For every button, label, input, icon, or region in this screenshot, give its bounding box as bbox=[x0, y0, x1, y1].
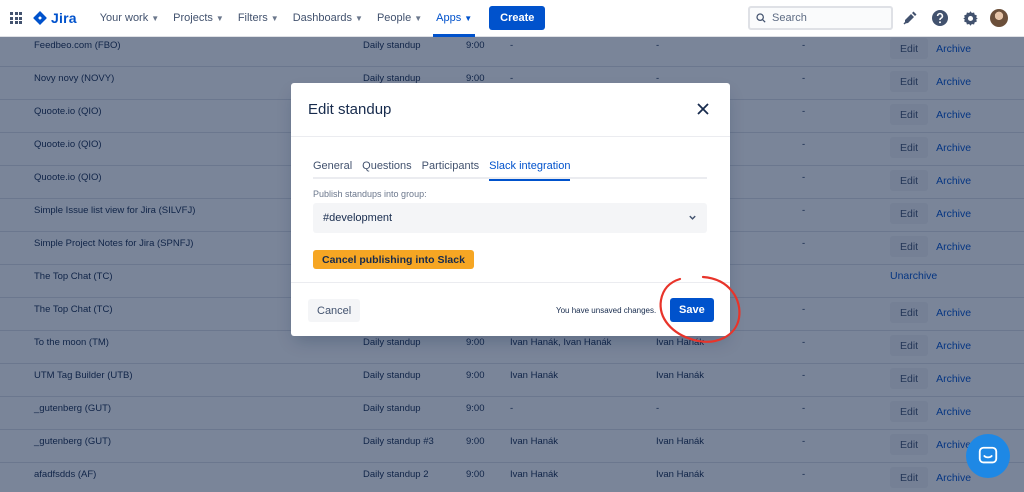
chevron-down-icon bbox=[689, 215, 696, 220]
create-button[interactable]: Create bbox=[489, 6, 546, 30]
logo-text: Jira bbox=[51, 10, 77, 26]
jira-logo[interactable]: Jira bbox=[33, 10, 77, 26]
chat-icon bbox=[978, 446, 998, 464]
nav-menu: Your work ▼ Projects ▼ Filters ▼ Dashboards… bbox=[93, 0, 479, 37]
chevron-down-icon: ▼ bbox=[215, 13, 224, 23]
cancel-button[interactable]: Cancel bbox=[308, 299, 361, 322]
settings-gear-icon[interactable] bbox=[960, 8, 980, 28]
cancel-publishing-button[interactable]: Cancel publishing into Slack bbox=[313, 250, 474, 269]
close-icon bbox=[697, 103, 709, 115]
nav-dashboards-label: Dashboards bbox=[292, 12, 353, 24]
modal-footer: Cancel You have unsaved changes. Save bbox=[291, 282, 730, 336]
nav-filters-label: Filters bbox=[237, 12, 268, 24]
save-button[interactable]: Save bbox=[670, 298, 714, 322]
notifications-icon[interactable] bbox=[900, 8, 920, 28]
chevron-down-icon: ▼ bbox=[414, 13, 423, 23]
publish-group-label: Publish standups into group: bbox=[313, 189, 427, 199]
search-box[interactable] bbox=[748, 6, 893, 30]
chevron-down-icon: ▼ bbox=[270, 13, 279, 23]
chevron-down-icon: ▼ bbox=[464, 13, 473, 23]
modal-tabs: General Questions Participants Slack int… bbox=[313, 160, 707, 181]
slack-group-select[interactable]: #development bbox=[313, 203, 707, 233]
nav-your-work-label: Your work bbox=[99, 12, 149, 24]
help-icon[interactable] bbox=[930, 8, 950, 28]
nav-projects[interactable]: Projects ▼ bbox=[166, 0, 231, 37]
nav-dashboards[interactable]: Dashboards ▼ bbox=[286, 0, 370, 37]
chevron-down-icon: ▼ bbox=[355, 13, 363, 23]
tab-participants[interactable]: Participants bbox=[422, 160, 479, 179]
close-button[interactable] bbox=[696, 102, 710, 116]
chevron-down-icon: ▼ bbox=[151, 13, 160, 23]
top-right-icons bbox=[900, 8, 1008, 28]
search-icon bbox=[756, 13, 766, 23]
nav-your-work[interactable]: Your work ▼ bbox=[93, 0, 166, 37]
selected-group-value: #development bbox=[323, 212, 393, 224]
nav-people-label: People bbox=[376, 12, 412, 24]
top-navigation: Jira Your work ▼ Projects ▼ Filters ▼ Dashb… bbox=[0, 0, 1024, 37]
modal-header: Edit standup bbox=[291, 83, 730, 137]
edit-standup-modal: Edit standup General Questions Participa… bbox=[291, 83, 730, 336]
nav-people[interactable]: People ▼ bbox=[370, 0, 429, 37]
tab-questions[interactable]: Questions bbox=[362, 160, 412, 179]
app-switcher-icon[interactable] bbox=[10, 12, 22, 24]
tab-general[interactable]: General bbox=[313, 160, 352, 179]
nav-filters[interactable]: Filters ▼ bbox=[231, 0, 286, 37]
user-avatar[interactable] bbox=[990, 9, 1008, 27]
nav-apps-label: Apps bbox=[436, 12, 462, 24]
nav-apps[interactable]: Apps ▼ bbox=[429, 0, 479, 37]
tab-slack-integration[interactable]: Slack integration bbox=[489, 160, 571, 181]
chat-widget-button[interactable] bbox=[966, 434, 1010, 478]
modal-title: Edit standup bbox=[308, 101, 392, 118]
jira-logo-icon bbox=[33, 11, 47, 25]
nav-projects-label: Projects bbox=[173, 12, 213, 24]
search-input[interactable] bbox=[772, 12, 882, 24]
unsaved-changes-text: You have unsaved changes. bbox=[556, 306, 657, 315]
